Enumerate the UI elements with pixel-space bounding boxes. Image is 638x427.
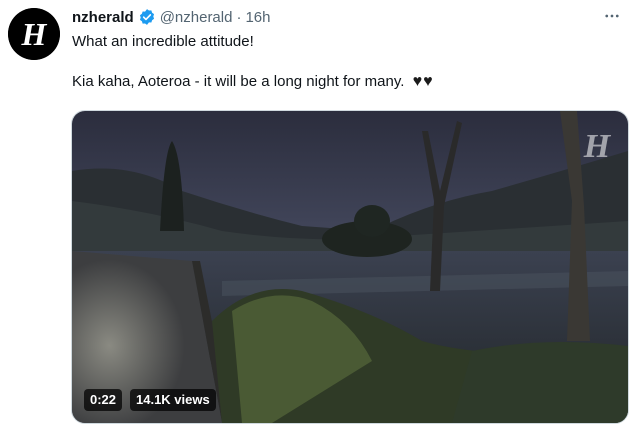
tweet-text-line-2-content: Kia kaha, Aoteroa - it will be a long ni… [72, 73, 405, 90]
avatar[interactable]: H [8, 8, 60, 60]
handle[interactable]: @nzherald [160, 9, 233, 26]
nz-herald-logo: H [8, 8, 60, 60]
video-frame [72, 111, 628, 423]
tweet-text-line-1: What an incredible attitude! [72, 33, 254, 50]
timestamp[interactable]: 16h [245, 9, 270, 26]
svg-text:H: H [21, 16, 48, 52]
verified-badge-icon[interactable] [138, 8, 156, 26]
nz-herald-watermark-icon: H [583, 128, 612, 165]
black-heart-emoji-icon: ♥♥ [412, 73, 434, 90]
tweet-header: nzherald @nzherald · 16h [72, 6, 598, 28]
svg-text:H: H [583, 128, 612, 165]
tweet-text-line-2: Kia kaha, Aoteroa - it will be a long ni… [72, 73, 434, 91]
more-horizontal-icon[interactable] [600, 4, 624, 28]
display-name[interactable]: nzherald [72, 9, 134, 26]
video-duration-badge: 0:22 [84, 389, 123, 411]
video-player[interactable]: H 0:22 14.1K views [71, 110, 629, 424]
video-views-badge: 14.1K views [130, 389, 216, 411]
separator-dot: · [236, 8, 242, 26]
